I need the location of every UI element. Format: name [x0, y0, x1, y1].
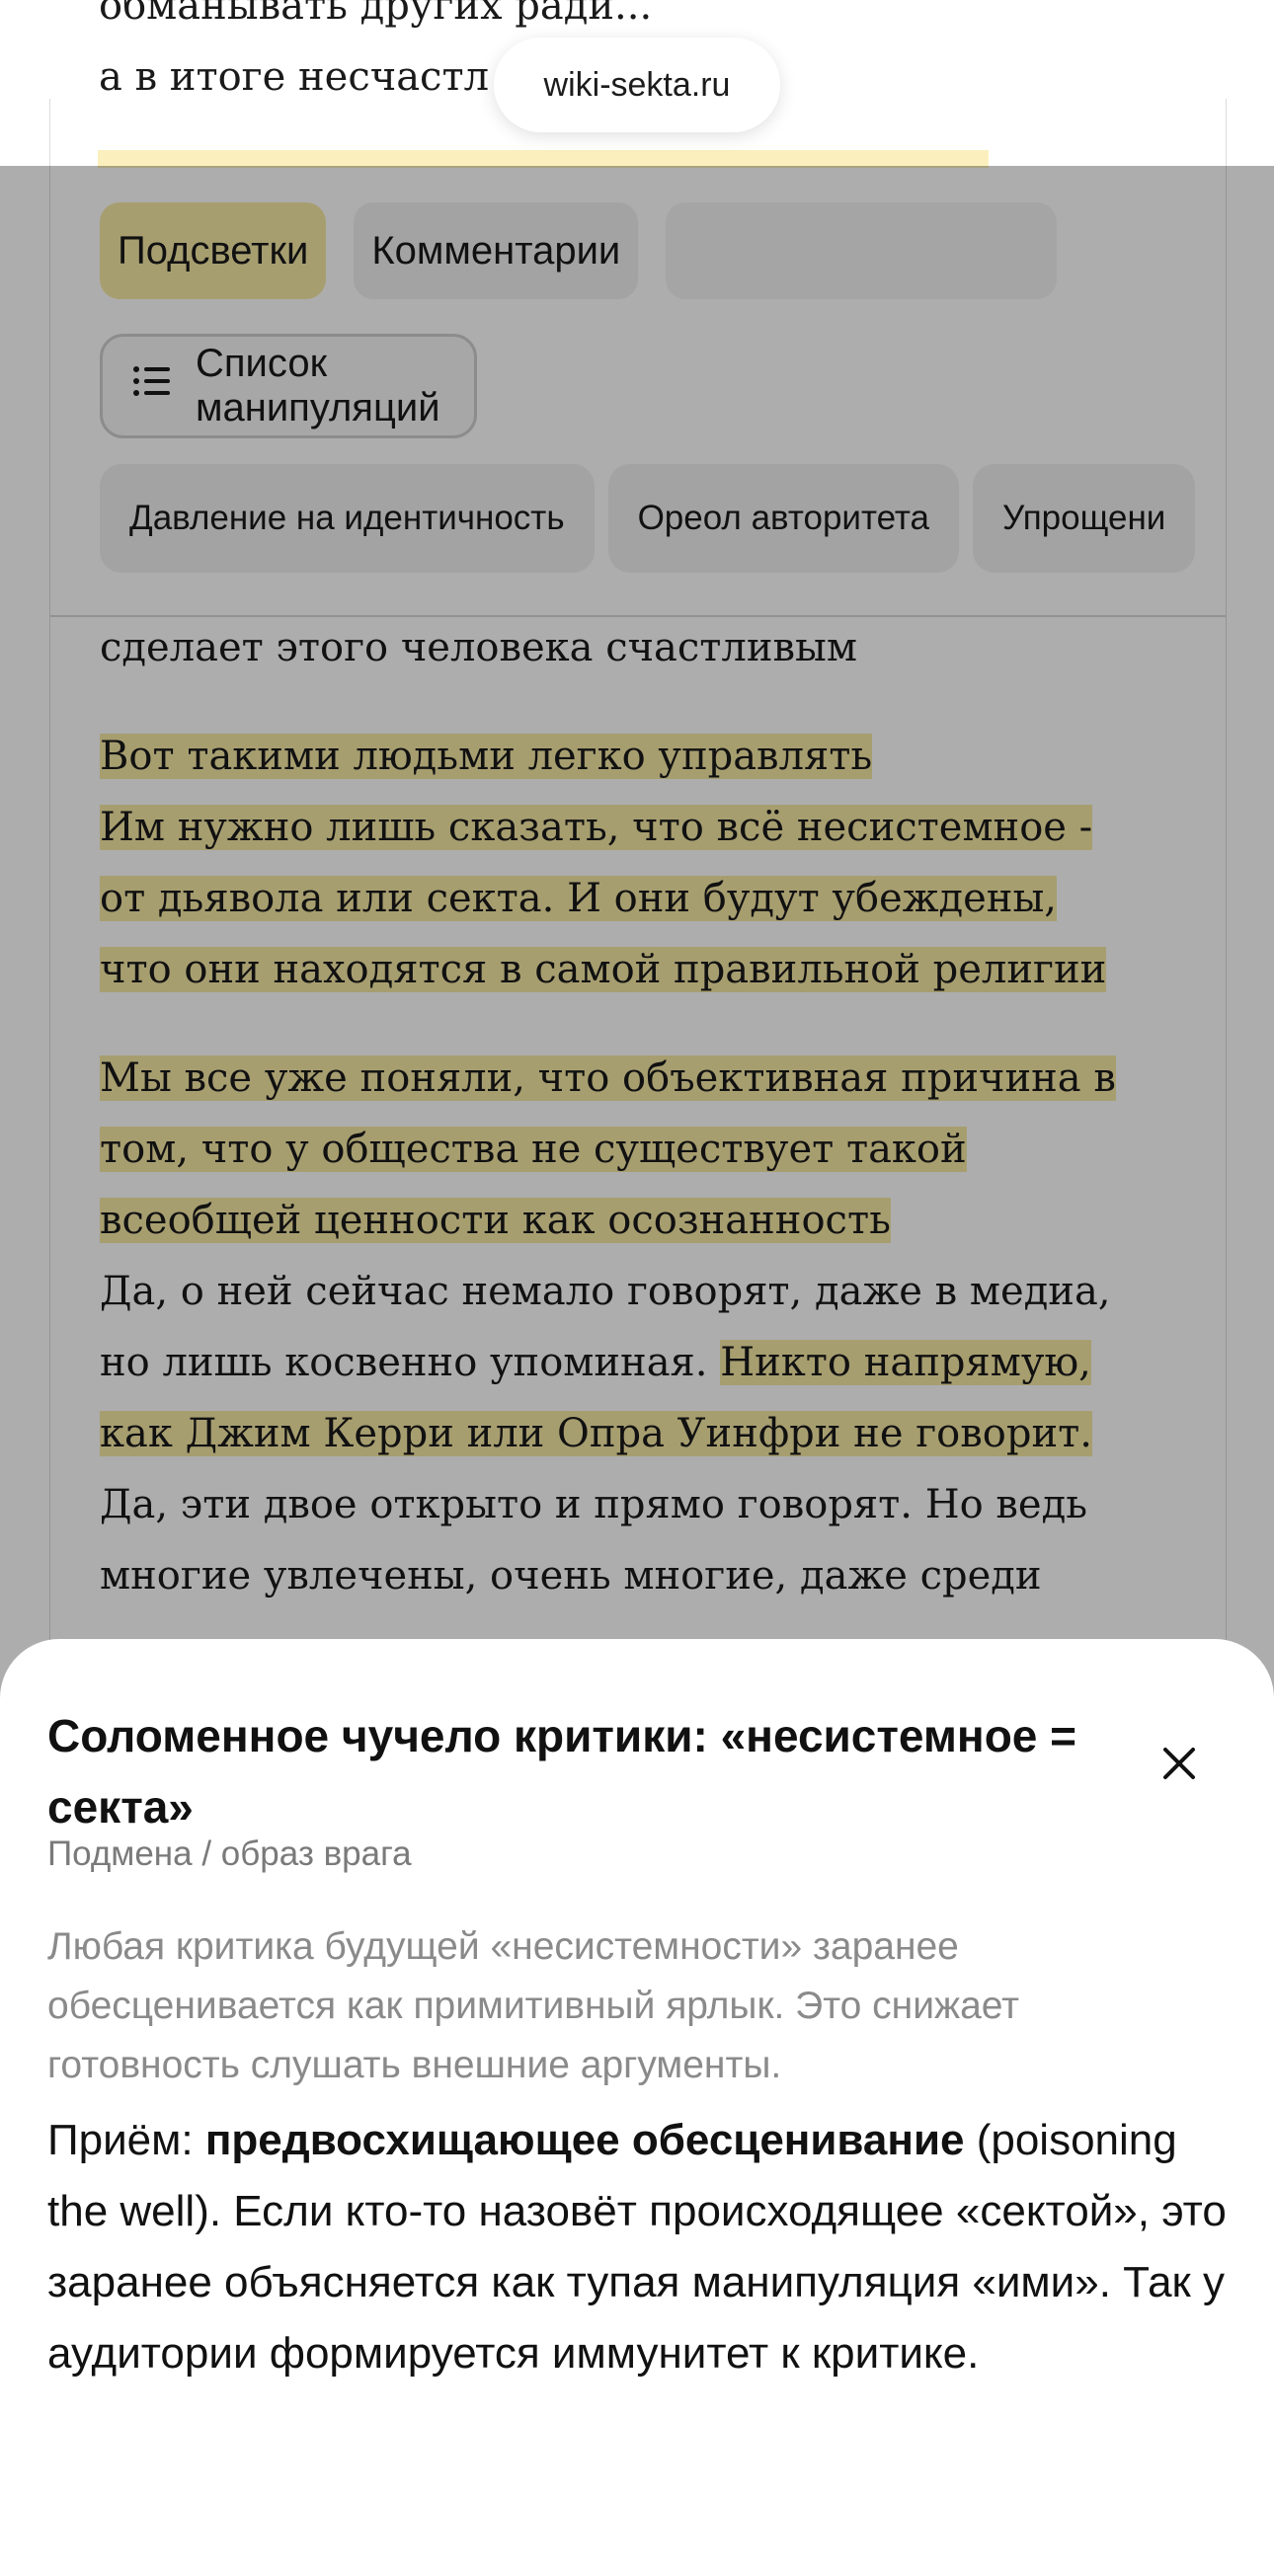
- article-top-line-1: обманывать других ради...: [99, 0, 653, 29]
- body-technique: предвосхищающее обесценивание: [204, 2116, 965, 2164]
- close-icon: [1162, 1747, 1196, 1785]
- sheet-body: Приём: предвосхищающее обесценивание (po…: [47, 2105, 1233, 2389]
- sheet-subtitle: Подмена / образ врага: [47, 1834, 412, 1873]
- sheet-title: Соломенное чучело критики: «несистемное …: [47, 1710, 1077, 1833]
- bottom-sheet: Соломенное чучело критики: «несистемное …: [0, 1639, 1274, 2576]
- address-bar-pill[interactable]: wiki-sekta.ru: [494, 38, 780, 132]
- url-text: wiki-sekta.ru: [543, 65, 731, 104]
- sheet-description: Любая критика будущей «несистемности» за…: [47, 1925, 1020, 2086]
- page: обманывать других ради... а в итоге несч…: [0, 0, 1274, 2576]
- close-button[interactable]: [1149, 1735, 1210, 1796]
- body-prefix: Приём:: [47, 2116, 205, 2164]
